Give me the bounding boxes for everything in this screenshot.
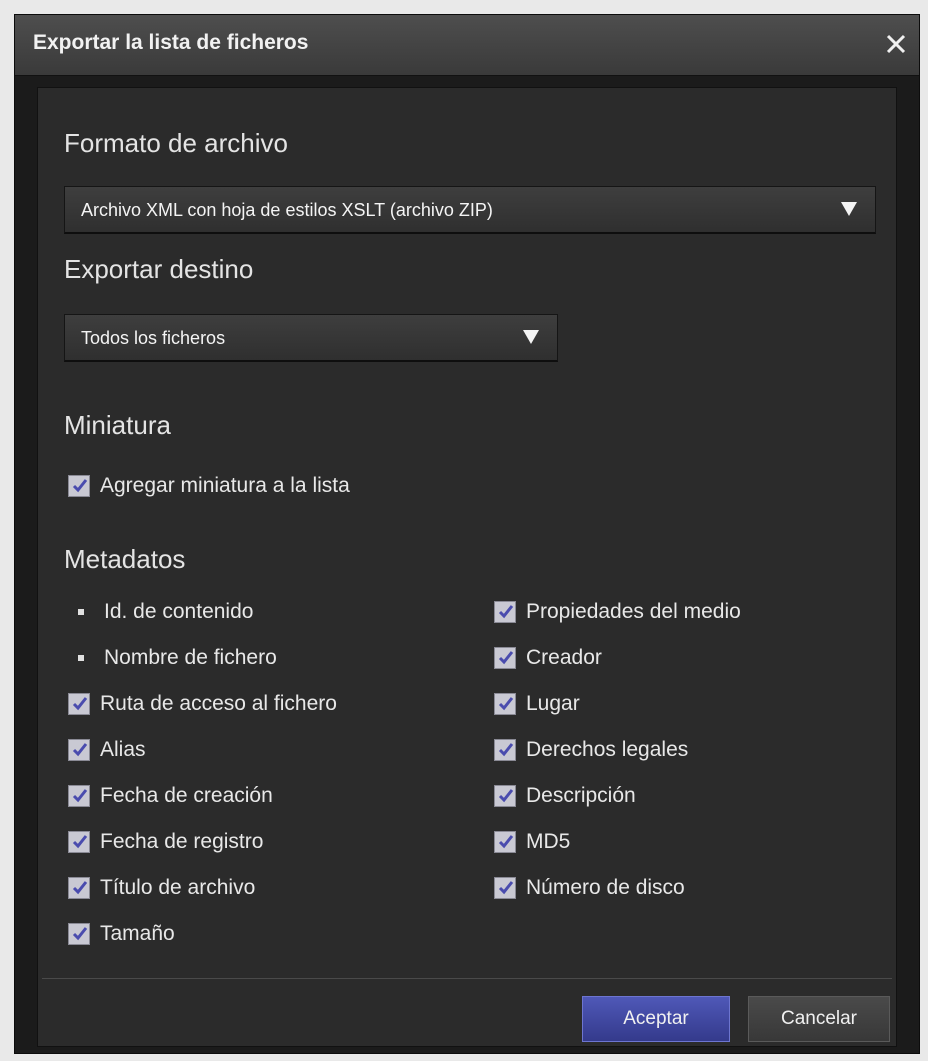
accept-button[interactable]: Aceptar	[582, 996, 730, 1042]
metadata-label: Tamaño	[100, 922, 175, 945]
metadata-checkbox[interactable]: Ruta de acceso al fichero	[68, 688, 337, 720]
checkbox-box	[68, 877, 90, 899]
metadata-label: Derechos legales	[526, 738, 689, 761]
checkbox-box	[494, 647, 516, 669]
metadata-label: Título de archivo	[100, 876, 256, 899]
metadata-label: Fecha de registro	[100, 830, 264, 853]
checkbox-box	[68, 475, 90, 497]
checkbox-box	[68, 739, 90, 761]
metadata-checkbox[interactable]: Propiedades del medio	[494, 596, 741, 628]
checkbox-box	[494, 601, 516, 623]
metadata-label: Id. de contenido	[104, 600, 254, 623]
metadata-checkbox[interactable]: Título de archivo	[68, 872, 255, 904]
dropdown-arrow-icon	[523, 330, 539, 344]
metadata-checkbox[interactable]: Alias	[68, 734, 146, 766]
metadata-label: Descripción	[526, 784, 636, 807]
metadata-label: Alias	[100, 738, 146, 761]
metadata-checkbox[interactable]: MD5	[494, 826, 570, 858]
metadata-checkbox[interactable]: Fecha de creación	[68, 780, 273, 812]
metadata-checkbox[interactable]: Lugar	[494, 688, 580, 720]
metadata-label: MD5	[526, 830, 571, 853]
checkbox-box	[494, 739, 516, 761]
checkbox-box	[494, 877, 516, 899]
metadata-heading: Metadatos	[64, 544, 186, 574]
close-icon	[886, 34, 906, 54]
metadata-label: Fecha de creación	[100, 784, 273, 807]
bullet-icon	[78, 655, 84, 661]
title-bar: Exportar la lista de ficheros	[15, 15, 919, 76]
metadata-checkbox[interactable]: Número de disco	[494, 872, 685, 904]
metadata-checkbox[interactable]: Derechos legales	[494, 734, 688, 766]
metadata-label: Nombre de fichero	[104, 646, 277, 669]
metadata-fixed-item: Id. de contenido	[68, 596, 253, 628]
file-format-heading: Formato de archivo	[64, 128, 288, 158]
dropdown-arrow-icon	[841, 202, 857, 216]
file-format-value: Archivo XML con hoja de estilos XSLT (ar…	[81, 200, 493, 220]
metadata-checkbox[interactable]: Fecha de registro	[68, 826, 263, 858]
close-button[interactable]	[879, 27, 913, 61]
metadata-label: Propiedades del medio	[526, 600, 741, 623]
checkbox-box	[68, 785, 90, 807]
file-format-select[interactable]: Archivo XML con hoja de estilos XSLT (ar…	[64, 186, 876, 234]
checkbox-box	[68, 831, 90, 853]
cancel-button[interactable]: Cancelar	[748, 996, 890, 1042]
checkbox-box	[68, 693, 90, 715]
metadata-label: Ruta de acceso al fichero	[100, 692, 337, 715]
metadata-fixed-item: Nombre de fichero	[68, 642, 277, 674]
metadata-label: Número de disco	[526, 876, 685, 899]
metadata-checkbox[interactable]: Tamaño	[68, 918, 175, 950]
dialog-title: Exportar la lista de ficheros	[33, 31, 309, 54]
bullet-icon	[78, 609, 84, 615]
export-destination-value: Todos los ficheros	[81, 328, 226, 348]
checkbox-box	[494, 693, 516, 715]
footer-separator	[42, 978, 892, 979]
checkbox-box	[68, 923, 90, 945]
dialog-content: Formato de archivo Archivo XML con hoja …	[37, 87, 897, 1047]
add-thumbnail-checkbox[interactable]: Agregar miniatura a la lista	[68, 470, 350, 502]
checkbox-box	[494, 831, 516, 853]
export-file-list-dialog: Exportar la lista de ficheros Formato de…	[14, 14, 920, 1054]
metadata-label: Lugar	[526, 692, 580, 715]
add-thumbnail-label: Agregar miniatura a la lista	[100, 474, 350, 497]
metadata-label: Creador	[526, 646, 602, 669]
metadata-checkbox[interactable]: Creador	[494, 642, 602, 674]
thumbnail-heading: Miniatura	[64, 410, 171, 440]
checkbox-box	[494, 785, 516, 807]
export-destination-select[interactable]: Todos los ficheros	[64, 314, 558, 362]
metadata-checkbox[interactable]: Descripción	[494, 780, 636, 812]
export-destination-heading: Exportar destino	[64, 254, 254, 284]
